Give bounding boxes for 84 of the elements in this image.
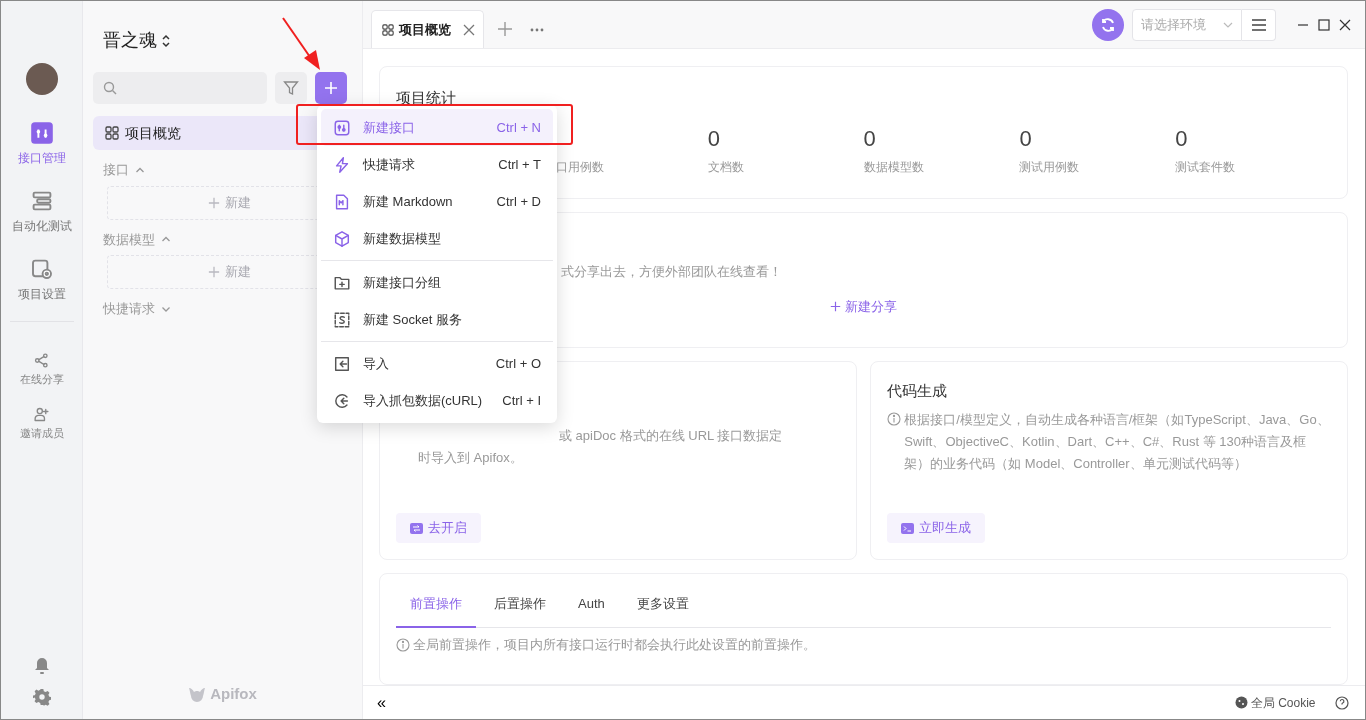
api-icon xyxy=(333,118,351,137)
search-field[interactable] xyxy=(93,72,267,104)
filter-button[interactable] xyxy=(275,72,307,104)
stat-label: 口用例数 xyxy=(556,158,605,176)
description-text: 式分享出去，方便外部团队在线查看！ xyxy=(561,263,783,281)
lightning-icon xyxy=(333,155,351,174)
description-text: 全局前置操作，项目内所有接口运行时都会执行此处设置的前置操作。 xyxy=(413,636,817,654)
stat-label: 测试套件数 xyxy=(1175,158,1237,176)
import-icon xyxy=(333,354,351,373)
environment-select[interactable]: 请选择环境 xyxy=(1132,9,1242,41)
add-button[interactable] xyxy=(315,72,347,104)
avatar[interactable] xyxy=(25,63,58,95)
cube-icon xyxy=(333,229,351,248)
stat-value: 0 xyxy=(707,127,722,150)
stat-value: 0 xyxy=(1175,127,1189,150)
logo-icon xyxy=(188,685,207,702)
markdown-file-icon xyxy=(333,192,351,211)
menu-item[interactable]: 导入 Ctrl + O xyxy=(321,345,553,382)
rail-link[interactable]: 邀请成员 xyxy=(19,405,64,441)
plus-icon xyxy=(208,196,220,209)
settings-tab[interactable]: 前置操作 xyxy=(396,586,476,628)
settings-tab[interactable]: 更多设置 xyxy=(622,586,703,628)
plus-icon xyxy=(208,266,220,278)
settings-tab[interactable]: 后置操作 xyxy=(480,586,560,628)
menu-button[interactable] xyxy=(1242,9,1276,41)
share-icon xyxy=(33,352,50,369)
stat-label: 文档数 xyxy=(707,158,745,176)
chevron-icon[interactable] xyxy=(161,304,171,313)
grid-icon xyxy=(105,126,119,140)
chevron-down-icon xyxy=(1223,22,1233,28)
enable-button[interactable]: 去开启 xyxy=(396,513,481,543)
section-heading[interactable]: 快捷请求 xyxy=(103,299,155,319)
grid-icon xyxy=(382,23,394,36)
chevron-updown-icon[interactable] xyxy=(161,32,171,49)
settings-icon[interactable] xyxy=(32,688,51,706)
cookie-link[interactable]: 全局 Cookie xyxy=(1250,693,1316,712)
menu-item[interactable]: 新建 Socket 服务 xyxy=(321,301,553,338)
chevron-icon[interactable] xyxy=(161,235,171,244)
menu-item[interactable]: 导入抓包数据(cURL) Ctrl + I xyxy=(321,382,553,419)
settings-tab[interactable]: Auth xyxy=(564,586,619,628)
brand-name: Apifox xyxy=(210,683,257,704)
chevron-icon[interactable] xyxy=(135,165,145,174)
settings-icon xyxy=(29,257,54,281)
search-icon xyxy=(103,81,117,95)
section-heading[interactable]: 接口 xyxy=(103,160,129,180)
stat-label: 测试用例数 xyxy=(1019,158,1081,176)
terminal-icon xyxy=(901,522,914,534)
cookie-icon[interactable] xyxy=(1234,696,1248,709)
socket-icon xyxy=(333,310,351,329)
stat-label: 数据模型数 xyxy=(863,158,925,176)
rail-link[interactable]: 在线分享 xyxy=(19,352,64,388)
filter-icon xyxy=(283,80,299,96)
description-text: 时导入到 Apifox。 xyxy=(417,449,524,467)
section-heading[interactable]: 数据模型 xyxy=(103,229,155,249)
switch-icon xyxy=(410,522,423,534)
stat-value: 0 xyxy=(863,127,877,150)
generate-button[interactable]: 立即生成 xyxy=(887,513,985,543)
menu-icon xyxy=(1251,19,1266,31)
description-text: 或 apiDoc 格式的在线 URL 接口数据定 xyxy=(558,427,783,445)
collapse-button[interactable]: « xyxy=(377,690,387,715)
rail-tab[interactable]: 项目设置 xyxy=(17,249,66,311)
info-icon xyxy=(887,412,901,427)
plus-icon xyxy=(324,81,338,95)
import-arrow-icon xyxy=(333,391,351,410)
description-text: 根据接口/模型定义，自动生成各种语言/框架（如TypeScript、Java、Go、Swift、ObjectiveC、Kotlin、Dart、C++、C#、Rust 等 130种语言及框架）的业务代码（如 Model、Controller、单元测试代码等） xyxy=(904,411,1331,473)
menu-item[interactable]: 新建数据模型 xyxy=(321,220,553,257)
document-tab[interactable]: 项目概览 xyxy=(371,10,484,48)
help-icon[interactable] xyxy=(1335,695,1349,710)
sync-icon xyxy=(1100,17,1116,33)
rail-tab[interactable]: 自动化测试 xyxy=(11,181,72,243)
bell-icon[interactable] xyxy=(33,657,50,675)
plus-icon xyxy=(830,301,841,313)
menu-item[interactable]: 新建接口 Ctrl + N xyxy=(321,109,553,146)
api-icon xyxy=(29,121,54,145)
project-name[interactable]: 晋之魂 xyxy=(103,27,157,54)
stat-value: 0 xyxy=(1019,127,1033,150)
sync-button[interactable] xyxy=(1092,9,1124,41)
rail-tab[interactable]: 接口管理 xyxy=(17,113,66,175)
info-icon xyxy=(396,638,410,652)
add-tab-icon[interactable] xyxy=(497,22,512,36)
card-title: 代码生成 xyxy=(887,381,948,401)
more-icon[interactable] xyxy=(529,28,544,32)
add-user-icon xyxy=(33,405,50,423)
new-share-button[interactable]: 新建分享 xyxy=(824,296,903,318)
